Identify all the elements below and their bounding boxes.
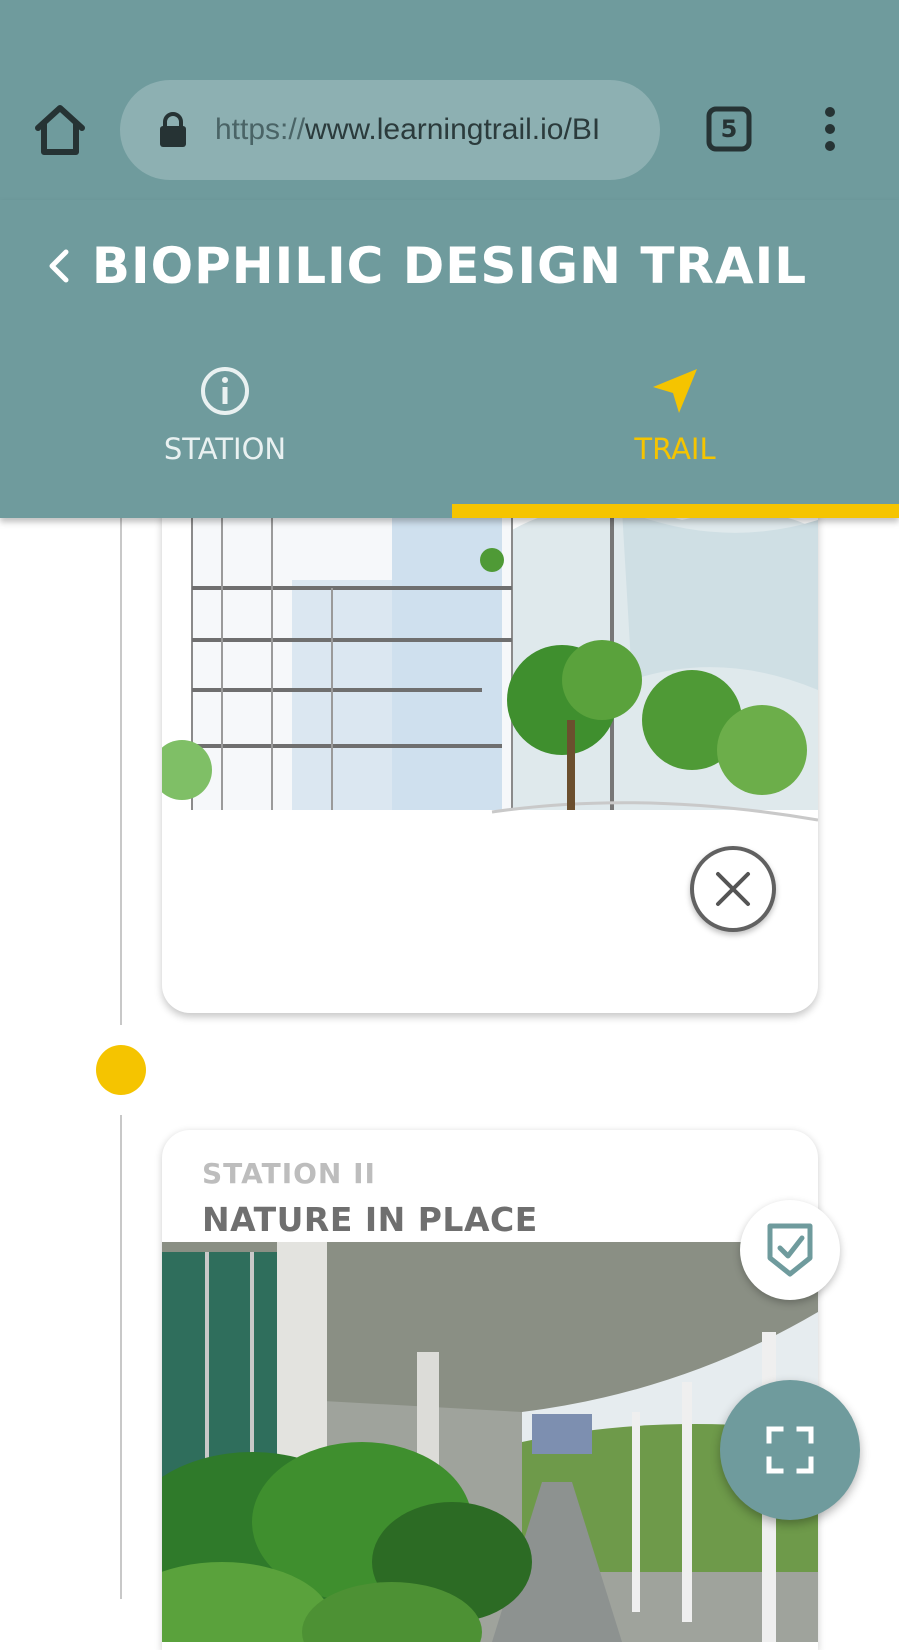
more-options-icon[interactable] bbox=[812, 106, 848, 152]
navigation-arrow-icon bbox=[653, 369, 697, 413]
building-section-image bbox=[162, 490, 818, 890]
url-domain: www.learningtrail.io/BI bbox=[305, 113, 601, 146]
tab-trail[interactable]: TRAIL bbox=[450, 365, 899, 505]
timeline-marker[interactable] bbox=[96, 1045, 146, 1095]
timeline-line-bottom bbox=[120, 1115, 122, 1599]
station-card-1[interactable] bbox=[162, 490, 818, 1013]
page-title: BIOPHILIC DESIGN TRAIL bbox=[91, 237, 808, 295]
shield-check-icon bbox=[767, 1223, 813, 1277]
url-text[interactable]: https://www.learningtrail.io/BI bbox=[215, 110, 635, 150]
browser-toolbar: https://www.learningtrail.io/BI 5 bbox=[0, 0, 899, 200]
app-header: BIOPHILIC DESIGN TRAIL STATION TRAIL bbox=[0, 200, 899, 518]
tab-station[interactable]: STATION bbox=[0, 365, 450, 505]
fullscreen-button[interactable] bbox=[720, 1380, 860, 1520]
info-icon bbox=[201, 367, 249, 415]
url-scheme: https:// bbox=[215, 113, 306, 146]
address-bar[interactable]: https://www.learningtrail.io/BI bbox=[120, 80, 660, 180]
lock-icon bbox=[160, 112, 186, 147]
tab-count: 5 bbox=[720, 115, 738, 143]
fullscreen-icon bbox=[766, 1426, 814, 1474]
tab-active-indicator bbox=[452, 504, 899, 518]
station-title: NATURE IN PLACE bbox=[202, 1200, 538, 1239]
timeline-line-top bbox=[120, 500, 122, 1025]
tab-switcher-button[interactable]: 5 bbox=[706, 106, 752, 152]
checkin-button[interactable] bbox=[740, 1200, 840, 1300]
home-icon[interactable] bbox=[32, 102, 88, 158]
station-number: STATION II bbox=[202, 1157, 376, 1190]
close-icon bbox=[716, 872, 750, 906]
tab-trail-label: TRAIL bbox=[634, 432, 716, 466]
station-card-2[interactable]: STATION II NATURE IN PLACE bbox=[162, 1130, 818, 1650]
close-button[interactable] bbox=[690, 846, 776, 932]
tab-station-label: STATION bbox=[163, 432, 287, 466]
